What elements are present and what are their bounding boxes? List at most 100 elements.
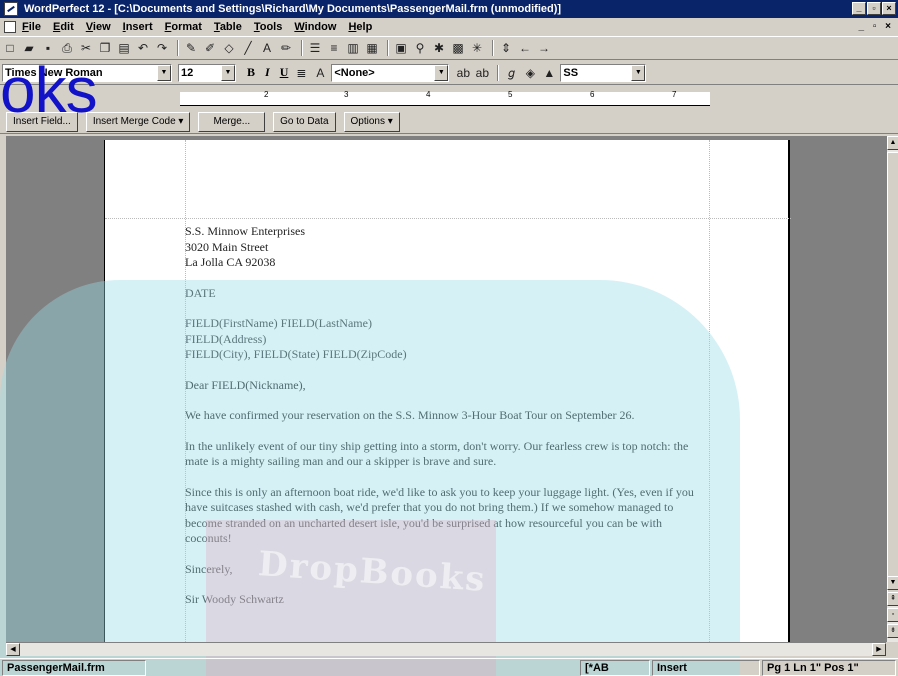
- ruler-number: 6: [590, 90, 595, 99]
- next-page-icon[interactable]: ⇟: [887, 624, 898, 638]
- ruler-scale[interactable]: 2 3 4 5 6 7: [180, 90, 710, 106]
- zoom-icon[interactable]: ⚲: [412, 40, 428, 56]
- menu-help[interactable]: Help: [348, 21, 372, 33]
- new-document-icon[interactable]: □: [2, 40, 18, 56]
- save-icon[interactable]: ▪: [40, 40, 56, 56]
- menu-view[interactable]: View: [86, 21, 111, 33]
- minimize-button[interactable]: _: [852, 2, 866, 15]
- underline-button[interactable]: U: [280, 65, 289, 80]
- horizontal-scrollbar[interactable]: ◀ ▶: [6, 642, 886, 656]
- insert-merge-code-button[interactable]: Insert Merge Code ▾: [85, 111, 191, 132]
- status-insert-mode[interactable]: Insert: [652, 660, 760, 676]
- chevron-down-icon[interactable]: ▼: [221, 64, 235, 81]
- main-toolbar: □ ▰ ▪ ⎙ ✂ ❐ ▤ ↶ ↷ ✎ ✐ ◇ ╱ A ✏ ☰ ≡ ▥ ▦ ▣ …: [0, 36, 898, 60]
- document-icon[interactable]: [4, 21, 16, 33]
- menu-file[interactable]: File: [22, 21, 41, 33]
- page-icon[interactable]: ▫: [887, 608, 898, 622]
- ruler-number: 4: [426, 90, 431, 99]
- special-icon[interactable]: ✳: [469, 40, 485, 56]
- spell-icon[interactable]: ✱: [431, 40, 447, 56]
- highlight-icon[interactable]: ✎: [183, 40, 199, 56]
- status-filename[interactable]: PassengerMail.frm: [2, 660, 146, 676]
- scroll-down-icon[interactable]: ▼: [887, 576, 898, 590]
- paste-icon[interactable]: ▤: [116, 40, 132, 56]
- language-combo[interactable]: SS ▼: [560, 63, 647, 82]
- back-arrow-icon[interactable]: ←: [517, 40, 533, 56]
- redo-icon[interactable]: ↷: [154, 40, 170, 56]
- line-icon[interactable]: ╱: [240, 40, 256, 56]
- toolbar-separator: [497, 64, 500, 81]
- menu-insert[interactable]: Insert: [123, 21, 153, 33]
- print-icon[interactable]: ⎙: [59, 40, 75, 56]
- font-size-value: 12: [181, 66, 194, 79]
- book-icon[interactable]: ▣: [393, 40, 409, 56]
- font-face-value: Times New Roman: [5, 66, 103, 79]
- bullets-icon[interactable]: ☰: [307, 40, 323, 56]
- go-to-data-button[interactable]: Go to Data: [273, 111, 336, 132]
- title-bar: WordPerfect 12 - [C:\Documents and Setti…: [0, 0, 898, 18]
- merge-button[interactable]: Merge...: [198, 111, 266, 132]
- font-color-icon[interactable]: A: [312, 65, 328, 81]
- columns-icon[interactable]: ▥: [345, 40, 361, 56]
- highlight-color-icon[interactable]: ▲: [541, 65, 557, 81]
- status-mode-icons[interactable]: [*AB: [580, 660, 650, 676]
- justify-icon[interactable]: ≣: [293, 65, 309, 81]
- ruler-number: 7: [672, 90, 677, 99]
- letter-body[interactable]: S.S. Minnow Enterprises 3020 Main Street…: [185, 224, 705, 623]
- ruler-number: 2: [264, 90, 269, 99]
- shape-icon[interactable]: ◇: [221, 40, 237, 56]
- styles-combo[interactable]: <None> ▼: [331, 63, 450, 82]
- status-bar: PassengerMail.frm [*AB Insert Pg 1 Ln 1"…: [0, 658, 898, 676]
- undo-icon[interactable]: ↶: [135, 40, 151, 56]
- open-folder-icon[interactable]: ▰: [21, 40, 37, 56]
- numbering-icon[interactable]: ≡: [326, 40, 342, 56]
- reveal-codes-icon[interactable]: ⇕: [498, 40, 514, 56]
- chevron-down-icon[interactable]: ▼: [631, 64, 646, 81]
- scroll-up-icon[interactable]: ▲: [887, 136, 898, 150]
- city-state-field-line: FIELD(City), FIELD(State) FIELD(ZipCode): [185, 347, 407, 361]
- document-page[interactable]: S.S. Minnow Enterprises 3020 Main Street…: [104, 140, 791, 642]
- vertical-scrollbar[interactable]: ▲ ▼ ⇞ ▫ ⇟: [886, 136, 898, 642]
- paragraph-3: Since this is only an afternoon boat rid…: [185, 484, 694, 546]
- bold-button[interactable]: B: [247, 65, 255, 80]
- paragraph-2: In the unlikely event of our tiny ship g…: [185, 438, 689, 469]
- close-button[interactable]: ×: [882, 2, 896, 15]
- font-size-combo[interactable]: 12 ▼: [178, 63, 236, 82]
- font-face-combo[interactable]: Times New Roman ▼: [2, 63, 172, 82]
- pen-icon[interactable]: ✐: [202, 40, 218, 56]
- menu-bar: File Edit View Insert Format Table Tools…: [0, 18, 898, 36]
- menu-table[interactable]: Table: [214, 21, 242, 33]
- scroll-right-icon[interactable]: ▶: [872, 643, 886, 656]
- menu-window[interactable]: Window: [294, 21, 336, 33]
- document-area[interactable]: S.S. Minnow Enterprises 3020 Main Street…: [6, 136, 886, 642]
- table-icon[interactable]: ▦: [364, 40, 380, 56]
- menu-format[interactable]: Format: [165, 21, 202, 33]
- abc-strike-icon[interactable]: ab: [474, 65, 490, 81]
- cut-icon[interactable]: ✂: [78, 40, 94, 56]
- ruler[interactable]: 2 3 4 5 6 7: [0, 86, 898, 110]
- italic-style-icon[interactable]: 𝑔: [503, 65, 519, 81]
- closing: Sincerely,: [185, 561, 233, 576]
- italic-button[interactable]: I: [265, 65, 270, 80]
- chevron-down-icon[interactable]: ▼: [434, 64, 449, 81]
- document-window-buttons[interactable]: _ ▫ ×: [858, 21, 894, 32]
- copy-icon[interactable]: ❐: [97, 40, 113, 56]
- menu-edit[interactable]: Edit: [53, 21, 74, 33]
- scroll-left-icon[interactable]: ◀: [6, 643, 20, 656]
- restore-button[interactable]: ▫: [867, 2, 881, 15]
- insert-merge-code-label: Insert Merge Code: [92, 115, 176, 127]
- grid-icon[interactable]: ▩: [450, 40, 466, 56]
- draw-icon[interactable]: ✏: [278, 40, 294, 56]
- options-button[interactable]: Options ▾: [343, 111, 400, 132]
- forward-arrow-icon[interactable]: →: [536, 40, 552, 56]
- menu-tools[interactable]: Tools: [254, 21, 283, 33]
- status-position[interactable]: Pg 1 Ln 1" Pos 1": [762, 660, 896, 676]
- insert-field-button[interactable]: Insert Field...: [6, 111, 78, 132]
- chevron-down-icon[interactable]: ▼: [157, 64, 171, 81]
- previous-page-icon[interactable]: ⇞: [887, 592, 898, 606]
- abc-icon[interactable]: ab: [455, 65, 471, 81]
- fill-icon[interactable]: ◈: [522, 65, 538, 81]
- wordperfect-icon[interactable]: [4, 2, 18, 16]
- scroll-thumb[interactable]: [887, 152, 898, 598]
- text-box-icon[interactable]: A: [259, 40, 275, 56]
